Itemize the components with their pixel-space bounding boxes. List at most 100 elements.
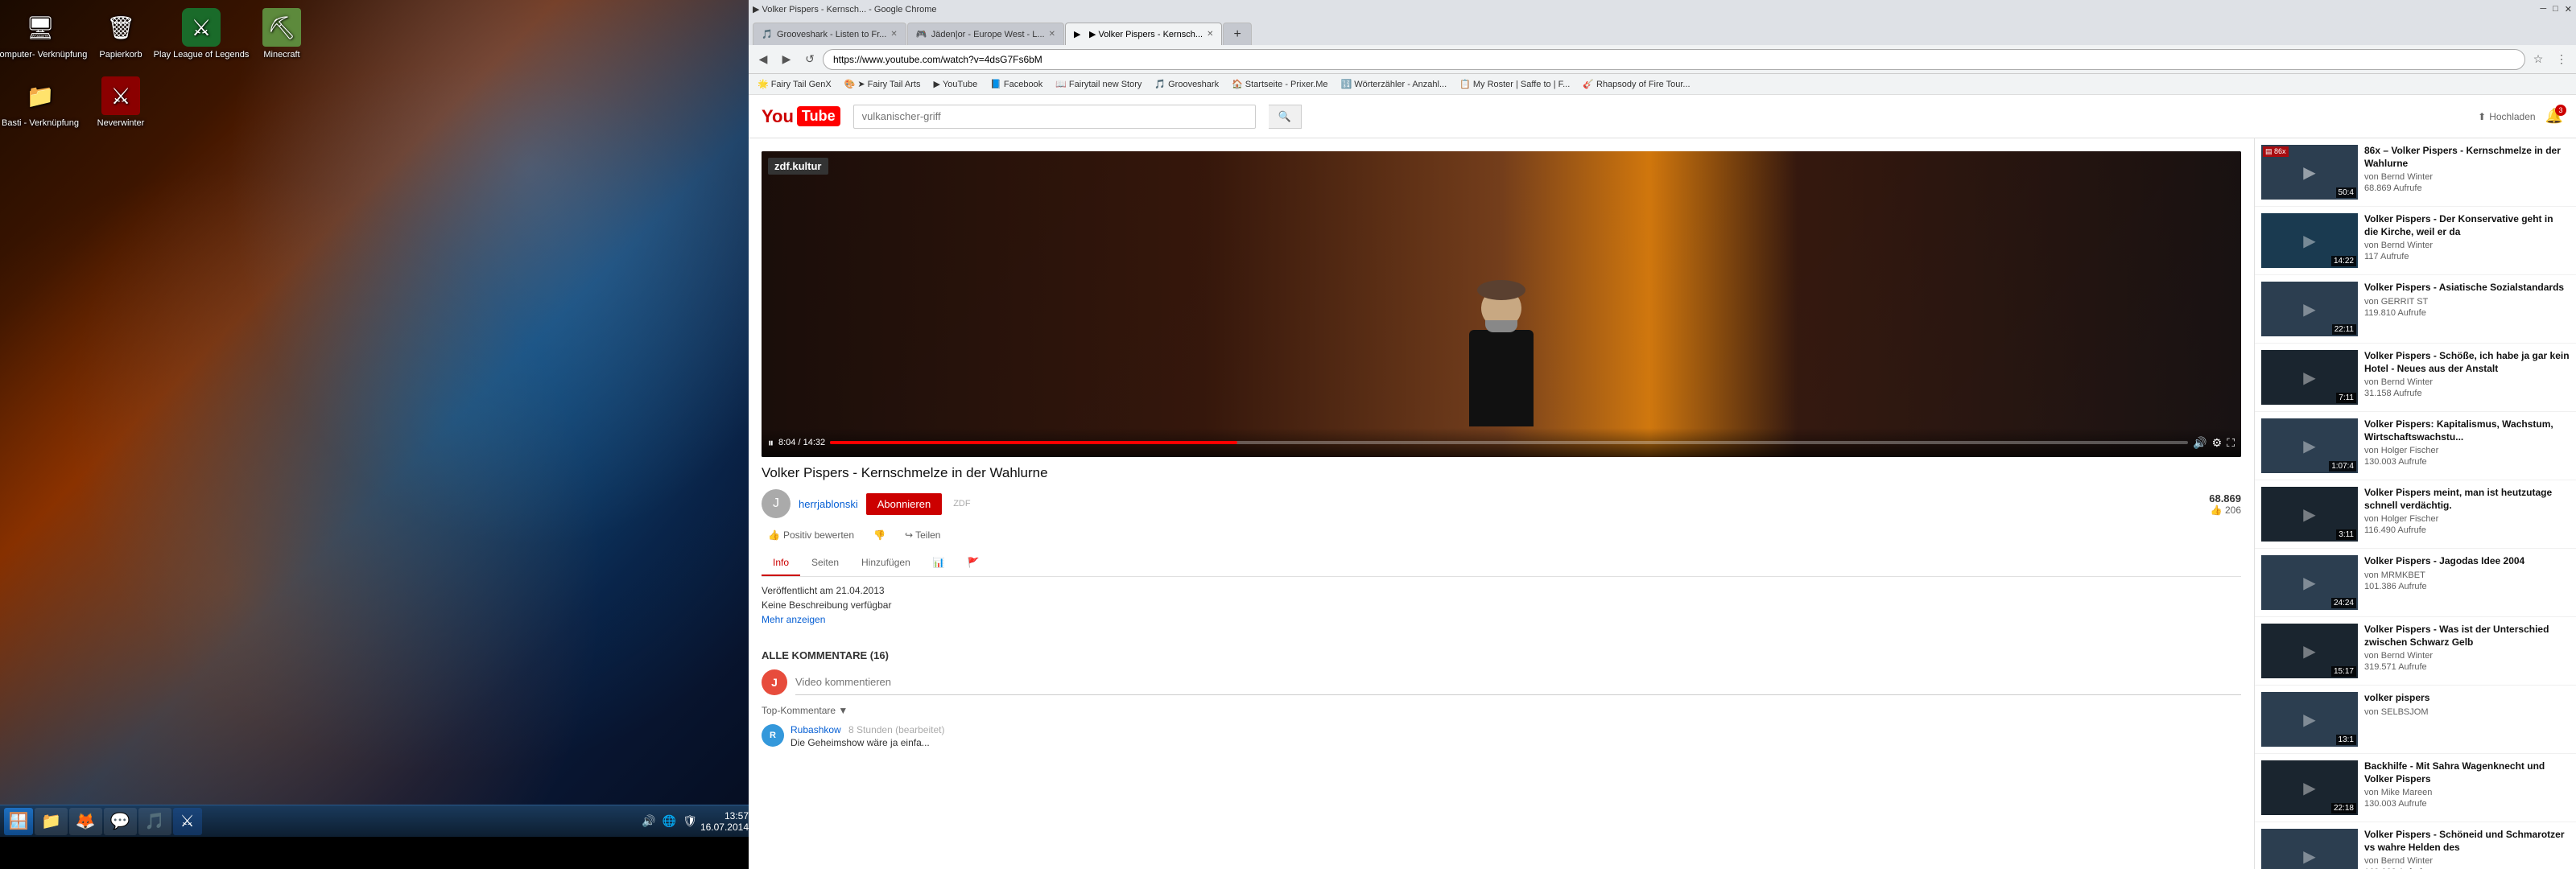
settings-button[interactable]: ⋮ bbox=[2551, 49, 2572, 70]
sidebar-channel-8: von SELBSJOM bbox=[2364, 707, 2570, 717]
host-head bbox=[1481, 288, 1521, 328]
desktop-icon-basti[interactable]: 📁 Basti - Verknüpfung bbox=[8, 76, 72, 129]
play-pause-button[interactable]: ⏸ bbox=[768, 436, 774, 450]
video-thumbnail: zdf.kultur bbox=[762, 151, 2241, 457]
taskbar-chat[interactable]: 💬 bbox=[104, 808, 137, 835]
subscribe-button[interactable]: Abonnieren bbox=[866, 493, 943, 515]
tab-lol[interactable]: 🎮 Jäden|or - Europe West - L... ✕ bbox=[907, 23, 1064, 45]
youtube-search-button[interactable]: 🔍 bbox=[1269, 105, 1302, 129]
system-tray: 🔊 🌐 🛡 bbox=[640, 813, 699, 830]
sidebar-views-5: 116.490 Aufrufe bbox=[2364, 525, 2570, 535]
sidebar-info-0: 86x – Volker Pispers - Kernschmelze in d… bbox=[2364, 145, 2570, 200]
info-tab-info[interactable]: Info bbox=[762, 550, 800, 576]
mehr-anzeigen-link[interactable]: Mehr anzeigen bbox=[762, 614, 2241, 625]
address-bar[interactable] bbox=[823, 49, 2525, 70]
bookmark-fairytailarts[interactable]: 🎨 ➤ Fairy Tail Arts bbox=[840, 77, 926, 91]
fullscreen-button[interactable]: ⛶ bbox=[2227, 436, 2235, 450]
desktop-icon-row-1: 🖥 Computer- Verknüpfung 🗑 Papierkorb ⚔ P… bbox=[8, 8, 314, 60]
tab-grooveshark[interactable]: 🎵 Grooveshark - Listen to Fr... ✕ bbox=[753, 23, 906, 45]
video-player[interactable]: zdf.kultur ⏸ bbox=[762, 151, 2241, 457]
bookmark-youtube[interactable]: ▶ YouTube bbox=[929, 77, 983, 91]
tab-youtube[interactable]: ▶ ▶ Volker Pispers - Kernsch... ✕ bbox=[1065, 23, 1223, 45]
sort-comments[interactable]: Top-Kommentare ▼ bbox=[762, 705, 2241, 716]
share-button[interactable]: ↪ Teilen bbox=[898, 526, 947, 544]
desktop-icon-computer[interactable]: 🖥 Computer- Verknüpfung bbox=[8, 8, 72, 60]
youtube-tab-close[interactable]: ✕ bbox=[1207, 30, 1213, 39]
bookmark-fairytail-story[interactable]: 📖 Fairytail new Story bbox=[1051, 77, 1146, 91]
star-button[interactable]: ☆ bbox=[2528, 49, 2549, 70]
maximize-button[interactable]: □ bbox=[2553, 4, 2558, 14]
minecraft-icon: ⛏ bbox=[262, 8, 301, 47]
minimize-button[interactable]: ─ bbox=[2540, 4, 2546, 14]
sidebar-thumb-2: ▶ 22:11 bbox=[2261, 282, 2358, 336]
taskbar-firefox[interactable]: 🦊 bbox=[69, 808, 102, 835]
desktop-icon-league[interactable]: ⚔ Play League of Legends bbox=[169, 8, 233, 60]
volume-icon[interactable]: 🔊 bbox=[640, 813, 657, 830]
bookmark-fairytailgenx[interactable]: 🌟 Fairy Tail GenX bbox=[753, 77, 836, 91]
sidebar-title-4: Volker Pispers: Kapitalismus, Wachstum, … bbox=[2364, 418, 2570, 443]
sidebar-title-7: Volker Pispers - Was ist der Unterschied… bbox=[2364, 624, 2570, 649]
sidebar-duration-7: 15:17 bbox=[2331, 666, 2356, 677]
bookmark-startseite[interactable]: 🏠 Startseite - Prixer.Me bbox=[1227, 77, 1332, 91]
sidebar-video-0[interactable]: ▶ 50:4 ▤ 86x 86x – Volker Pispers - Kern… bbox=[2255, 138, 2576, 207]
sidebar-channel-3: von Bernd Winter bbox=[2364, 377, 2570, 387]
close-button[interactable]: ✕ bbox=[2565, 4, 2572, 14]
like-button[interactable]: 👍 Positiv bewerten bbox=[762, 526, 861, 544]
basti-icon: 📁 bbox=[21, 76, 60, 115]
youtube-tube-text: Tube bbox=[797, 106, 840, 126]
youtube-logo[interactable]: You Tube bbox=[762, 106, 840, 127]
sidebar-views-9: 130.003 Aufrufe bbox=[2364, 799, 2570, 809]
sidebar-video-2[interactable]: ▶ 22:11 Volker Pispers - Asiatische Sozi… bbox=[2255, 275, 2576, 344]
bookmark-worterzahler[interactable]: 🔢 Wörterzähler - Anzahl... bbox=[1336, 77, 1452, 91]
sidebar-video-5[interactable]: ▶ 3:11 Volker Pispers meint, man ist heu… bbox=[2255, 480, 2576, 549]
notification-button[interactable]: 🔔 3 bbox=[2545, 108, 2563, 125]
sidebar-views-4: 130.003 Aufrufe bbox=[2364, 457, 2570, 467]
sidebar-video-9[interactable]: ▶ 22:18 Backhilfe - Mit Sahra Wagenknech… bbox=[2255, 754, 2576, 822]
sidebar-video-6[interactable]: ▶ 24:24 Volker Pispers - Jagodas Idee 20… bbox=[2255, 549, 2576, 617]
league-label: Play League of Legends bbox=[154, 50, 250, 60]
youtube-search-input[interactable] bbox=[853, 105, 1256, 129]
info-tab-report[interactable]: 🚩 bbox=[956, 550, 991, 576]
volume-button[interactable]: 🔊 bbox=[2193, 436, 2207, 450]
sidebar-views-7: 319.571 Aufrufe bbox=[2364, 662, 2570, 672]
sidebar-video-4[interactable]: ▶ 1:07:4 Volker Pispers: Kapitalismus, W… bbox=[2255, 412, 2576, 480]
bookmark-facebook[interactable]: 📘 Facebook bbox=[985, 77, 1047, 91]
sidebar-video-7[interactable]: ▶ 15:17 Volker Pispers - Was ist der Unt… bbox=[2255, 617, 2576, 686]
desktop-icon-recycle[interactable]: 🗑 Papierkorb bbox=[89, 8, 153, 60]
sidebar-video-8[interactable]: ▶ 13:1 volker pispers von SELBSJOM bbox=[2255, 686, 2576, 754]
comment-input[interactable] bbox=[795, 669, 2241, 695]
computer-icon: 🖥 bbox=[21, 8, 60, 47]
taskbar-league-taskbar[interactable]: ⚔ bbox=[173, 808, 202, 835]
bookmark-grooveshark[interactable]: 🎵 Grooveshark bbox=[1150, 77, 1224, 91]
start-button[interactable]: 🪟 bbox=[4, 808, 33, 835]
sidebar-video-10[interactable]: ▶ 14:23 Volker Pispers - Schöneid und Sc… bbox=[2255, 822, 2576, 869]
security-icon[interactable]: 🛡 bbox=[681, 813, 699, 830]
bookmark-myroster[interactable]: 📋 My Roster | Saffe to | F... bbox=[1455, 77, 1575, 91]
browser-title-text: ▶ Volker Pispers - Kernsch... - Google C… bbox=[753, 4, 937, 14]
desktop-icon-neverwinter[interactable]: ⚔ Neverwinter bbox=[89, 76, 153, 129]
desktop-icon-minecraft[interactable]: ⛏ Minecraft bbox=[250, 8, 314, 60]
progress-bar[interactable] bbox=[830, 441, 2188, 444]
commenter-name[interactable]: Rubashkow bbox=[791, 724, 841, 735]
taskbar-music[interactable]: 🎵 bbox=[138, 808, 171, 835]
channel-name-link[interactable]: herrjablonski bbox=[799, 498, 858, 510]
settings-video-button[interactable]: ⚙ bbox=[2212, 436, 2223, 450]
lol-tab-close[interactable]: ✕ bbox=[1049, 30, 1055, 39]
info-tab-statistics[interactable]: 📊 bbox=[922, 550, 956, 576]
back-button[interactable]: ◀ bbox=[753, 49, 774, 70]
dislike-button[interactable]: 👎 bbox=[867, 526, 892, 544]
upload-button[interactable]: ⬆ Hochladen bbox=[2478, 111, 2535, 122]
forward-button[interactable]: ▶ bbox=[776, 49, 797, 70]
network-icon[interactable]: 🌐 bbox=[661, 813, 678, 830]
sidebar-video-3[interactable]: ▶ 7:11 Volker Pispers - Schöße, ich habe… bbox=[2255, 344, 2576, 412]
bookmark-rhapsody[interactable]: 🎸 Rhapsody of Fire Tour... bbox=[1578, 77, 1695, 91]
comments-section: ALLE KOMMENTARE (16) J Top-Kommentare ▼ … bbox=[762, 649, 2241, 748]
sidebar-video-1[interactable]: ▶ 14:22 Volker Pispers - Der Konservativ… bbox=[2255, 207, 2576, 275]
tab-new[interactable]: + bbox=[1223, 23, 1251, 45]
sidebar-title-10: Volker Pispers - Schöneid und Schmarotze… bbox=[2364, 829, 2570, 854]
info-tab-seiten[interactable]: Seiten bbox=[800, 550, 850, 576]
reload-button[interactable]: ↺ bbox=[799, 49, 820, 70]
grooveshark-tab-close[interactable]: ✕ bbox=[890, 30, 897, 39]
taskbar-folder[interactable]: 📁 bbox=[35, 808, 68, 835]
info-tab-hinzufugen[interactable]: Hinzufügen bbox=[850, 550, 922, 576]
